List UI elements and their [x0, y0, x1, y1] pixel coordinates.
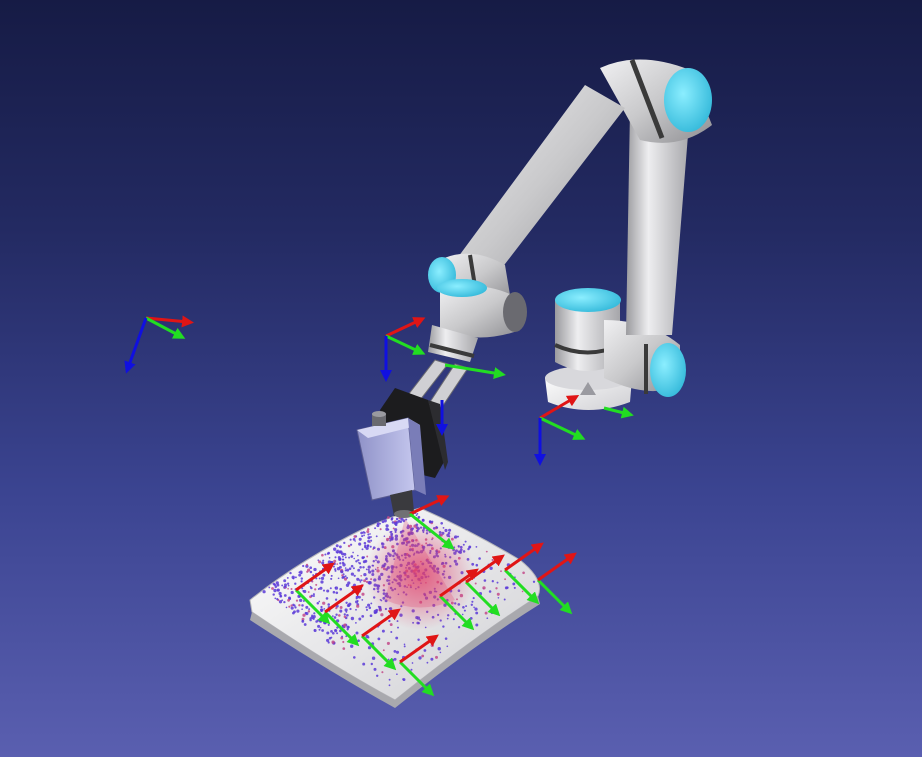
scene-canvas[interactable]: [0, 0, 922, 757]
scanner-camera[interactable]: [356, 411, 426, 518]
upper-arm-link[interactable]: [626, 110, 690, 335]
3d-viewport[interactable]: [0, 0, 922, 757]
wrist-2-joint[interactable]: [437, 279, 527, 338]
elbow-joint[interactable]: [600, 59, 712, 143]
robot-arm[interactable]: [356, 59, 712, 518]
path-frame[interactable]: [536, 552, 577, 615]
tool-flange-frame[interactable]: [380, 317, 426, 382]
world-frame[interactable]: [124, 315, 194, 374]
